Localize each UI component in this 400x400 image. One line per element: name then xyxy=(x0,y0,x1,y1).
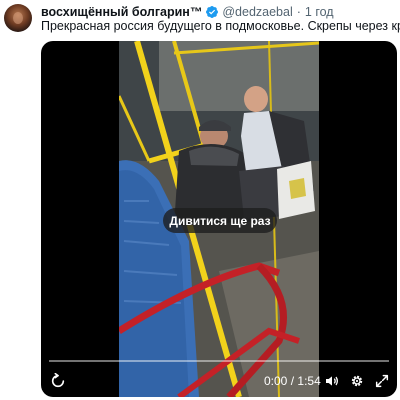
video-controls: 0:00 / 1:54 xyxy=(41,371,397,393)
replay-overlay-button[interactable]: Дивитися ще раз xyxy=(163,208,277,233)
video-timecode: 0:00 / 1:54 xyxy=(264,374,321,388)
video-progress-bar[interactable] xyxy=(49,360,389,362)
video-player[interactable]: Дивитися ще раз 0:00 / 1:54 xyxy=(41,41,397,397)
tweet-card: восхищённый болгарин™ @dedzaebal · 1 год… xyxy=(0,0,400,400)
current-time: 0:00 xyxy=(264,374,288,388)
settings-gear-icon[interactable] xyxy=(349,373,365,389)
video-duration: 1:54 xyxy=(297,374,321,388)
avatar[interactable] xyxy=(4,4,32,32)
verified-badge-icon xyxy=(205,5,219,19)
time-separator: / xyxy=(290,374,295,388)
replay-icon[interactable] xyxy=(50,373,66,389)
separator-dot: · xyxy=(296,5,301,19)
tweet-text: Прекрасная россия будущего в подмосковье… xyxy=(41,19,400,33)
author-name[interactable]: восхищённый болгарин™ xyxy=(41,5,202,19)
fullscreen-icon[interactable] xyxy=(374,373,390,389)
author-handle[interactable]: @dedzaebal xyxy=(222,5,292,19)
volume-icon[interactable] xyxy=(324,373,340,389)
tweet-timestamp[interactable]: 1 год xyxy=(305,5,334,19)
